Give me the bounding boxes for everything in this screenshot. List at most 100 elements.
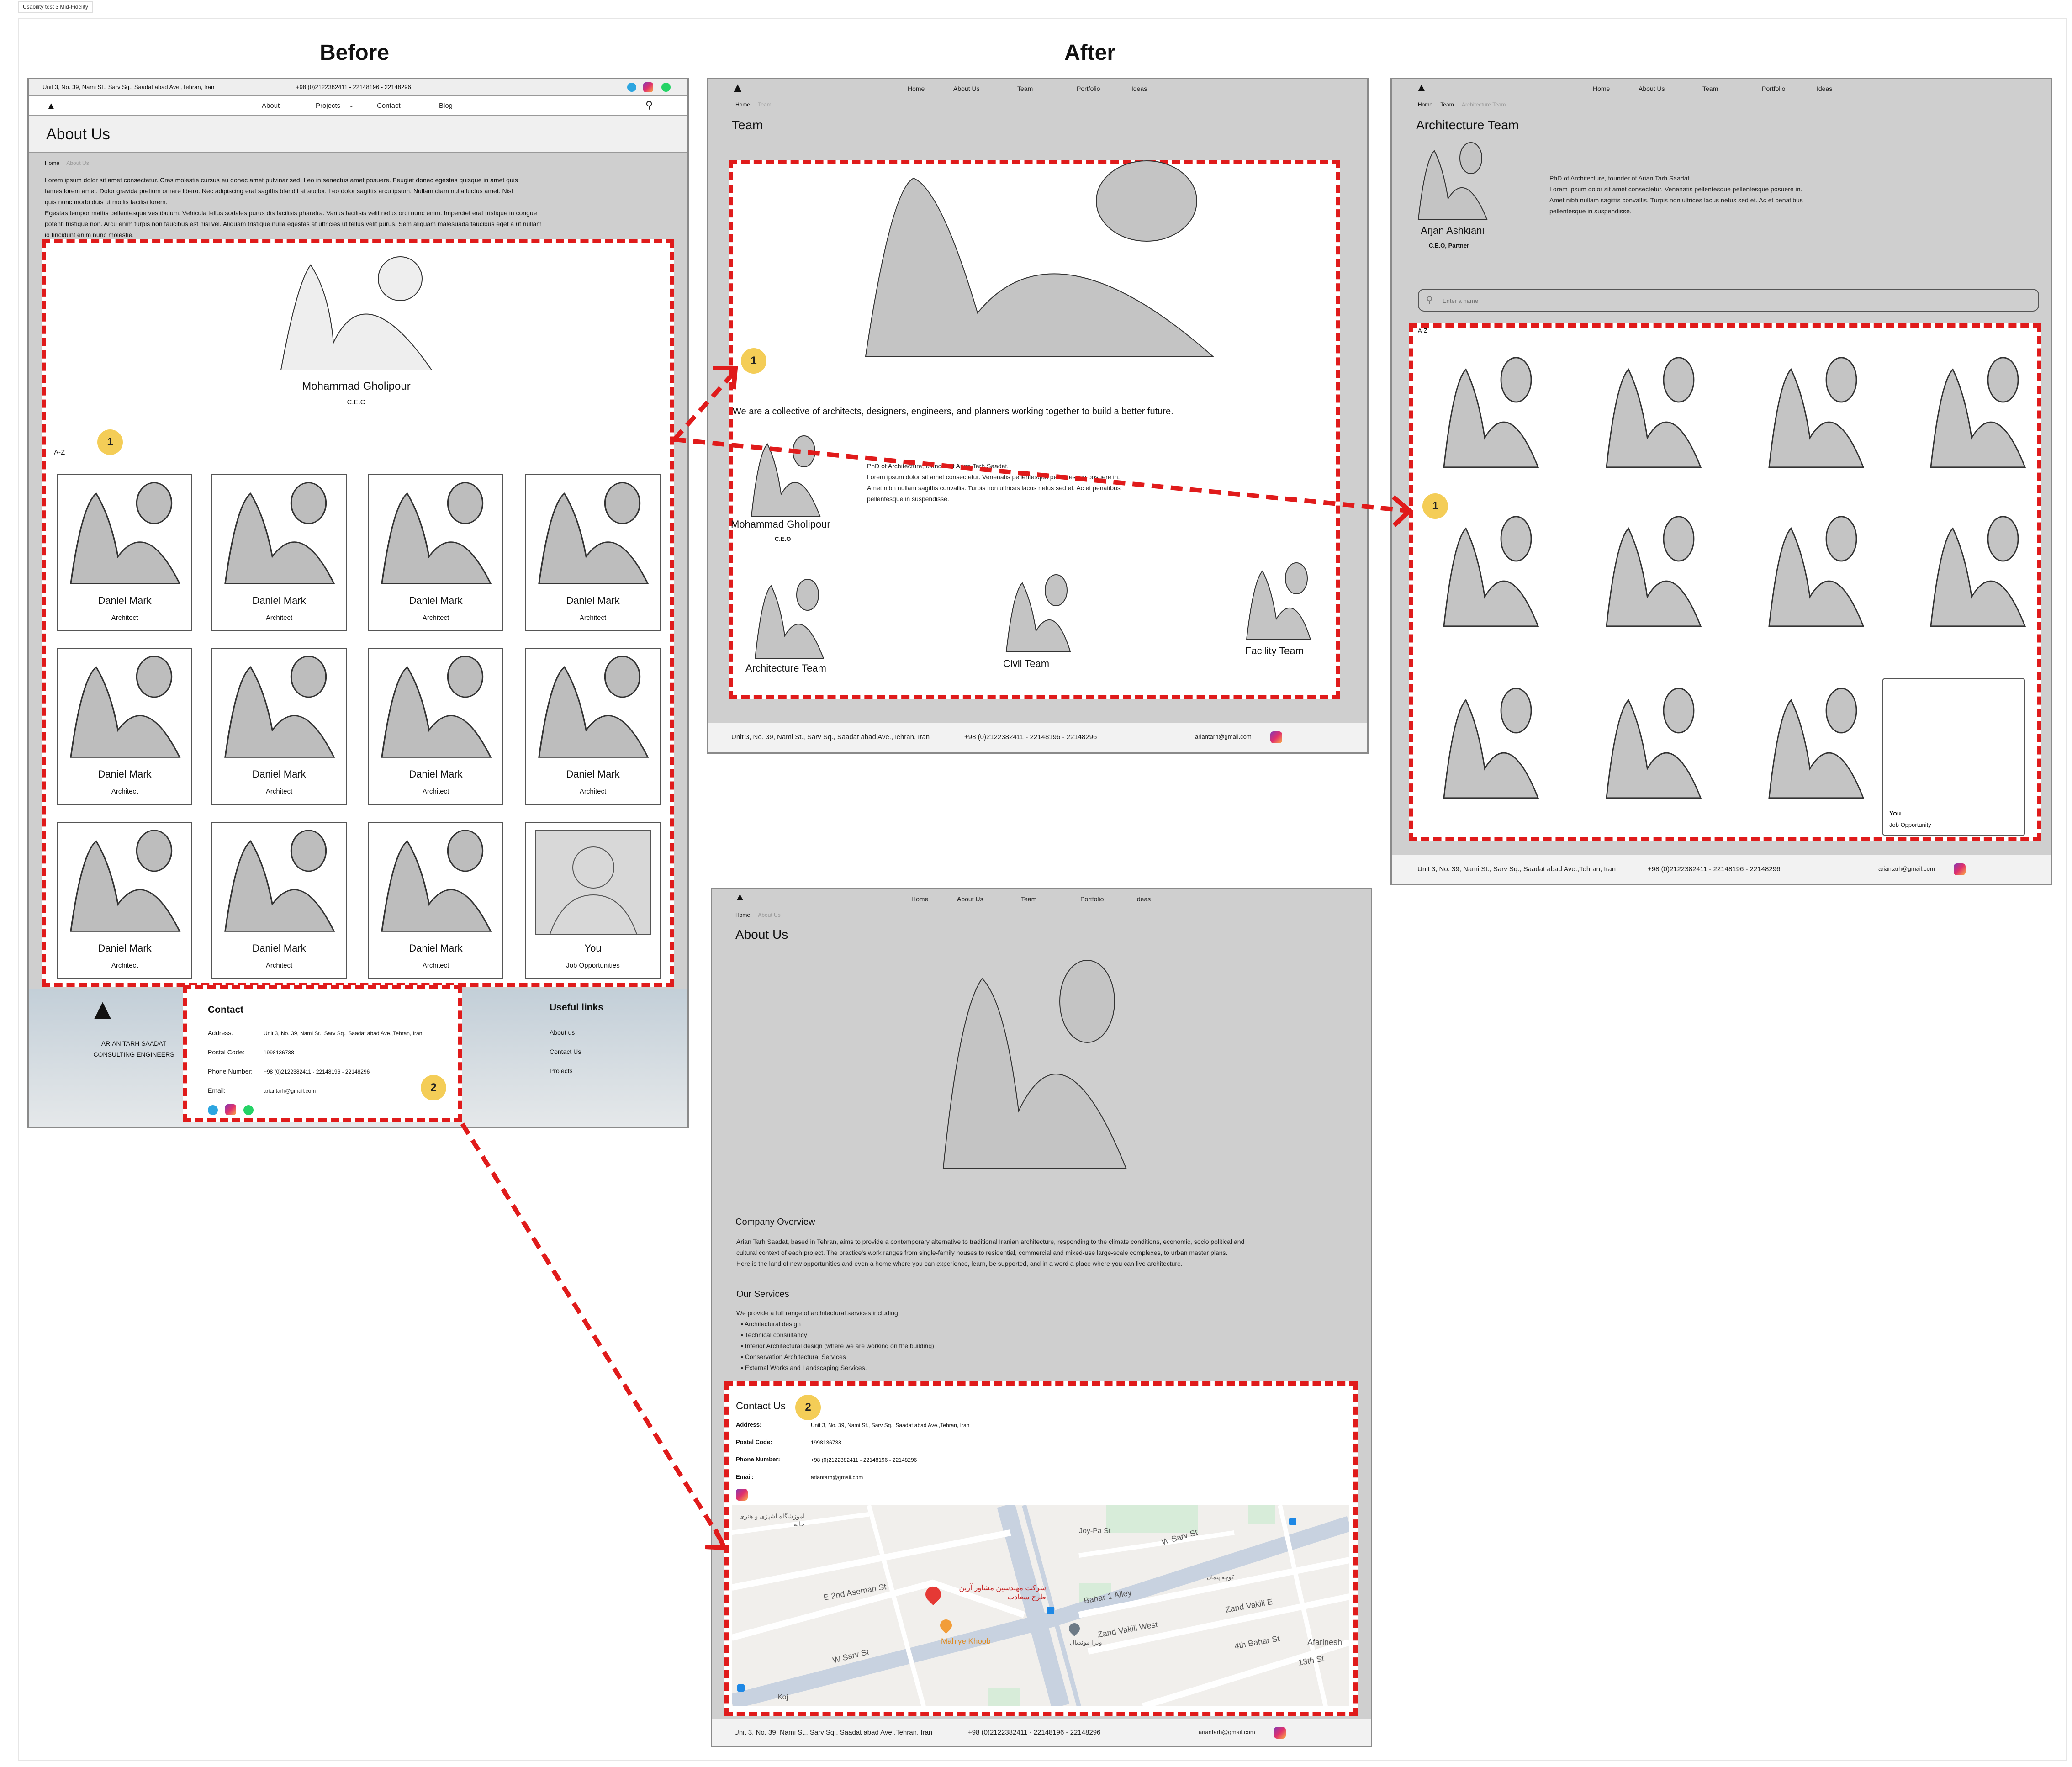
- page-title: About Us: [735, 927, 788, 942]
- civil-team-label[interactable]: Civil Team: [1003, 658, 1049, 670]
- nav-blog[interactable]: Blog: [439, 102, 453, 110]
- phone-label: Phone Number:: [208, 1068, 253, 1075]
- team-member-card[interactable]: Daniel Mark Architect: [525, 474, 661, 631]
- postal-label: Postal Code:: [208, 1048, 245, 1056]
- nav-about[interactable]: About: [262, 102, 280, 110]
- breadcrumb-home[interactable]: Home: [735, 101, 750, 108]
- team-member-card[interactable]: Daniel Mark Architect: [211, 648, 347, 805]
- breadcrumb-home[interactable]: Home: [1418, 101, 1432, 108]
- logo-icon[interactable]: ▲: [731, 80, 745, 96]
- member-role: Architect: [111, 788, 138, 795]
- nav-team[interactable]: Team: [1021, 895, 1036, 903]
- nav-about-us[interactable]: About Us: [1639, 85, 1665, 92]
- you-card[interactable]: You Job Opportunity: [1882, 678, 2025, 836]
- instagram-icon[interactable]: [1270, 731, 1282, 743]
- you-card[interactable]: You Job Opportunities: [525, 822, 661, 979]
- footer-email[interactable]: ariantarh@gmail.com: [1195, 733, 1252, 740]
- map-poi-school: اموزشگاه آشپزی و هنری خانه: [739, 1513, 805, 1528]
- team-member-card[interactable]: Daniel Mark Architect: [368, 822, 503, 979]
- search-input[interactable]: [1442, 294, 2028, 307]
- member-photo-placeholder[interactable]: [1928, 356, 2028, 471]
- member-photo-placeholder[interactable]: [1766, 356, 1866, 471]
- instagram-icon[interactable]: [1274, 1727, 1286, 1739]
- nav-ideas[interactable]: Ideas: [1135, 895, 1151, 903]
- member-photo-placeholder[interactable]: [1928, 515, 2028, 630]
- instagram-icon[interactable]: [736, 1489, 748, 1501]
- member-photo-placeholder[interactable]: [1603, 356, 1704, 471]
- email-value[interactable]: ariantarh@gmail.com: [264, 1088, 316, 1094]
- member-photo-placeholder[interactable]: [1441, 356, 1541, 471]
- map-poi-company: شرکت مهندسین مشاور آرین طرح سعادت: [959, 1584, 1046, 1601]
- footer-email[interactable]: ariantarh@gmail.com: [1878, 865, 1935, 872]
- breadcrumb-current: Architecture Team: [1462, 101, 1506, 108]
- nav-home[interactable]: Home: [911, 895, 928, 903]
- nav-contact[interactable]: Contact: [377, 102, 401, 110]
- bus-stop-icon[interactable]: [737, 1684, 745, 1692]
- team-member-card[interactable]: Daniel Mark Architect: [368, 648, 503, 805]
- member-photo-placeholder[interactable]: [1441, 515, 1541, 630]
- team-member-card[interactable]: Daniel Mark Architect: [368, 474, 503, 631]
- architecture-team-image[interactable]: [753, 577, 826, 661]
- location-map[interactable]: Joy-Pa St W Sarv St E 2nd Aseman St Baha…: [732, 1505, 1349, 1706]
- facility-team-label[interactable]: Facility Team: [1245, 645, 1304, 657]
- whatsapp-icon[interactable]: [661, 83, 671, 92]
- nav-about-us[interactable]: About Us: [957, 895, 983, 903]
- member-photo-placeholder[interactable]: [1603, 687, 1704, 801]
- member-photo-placeholder[interactable]: [1441, 687, 1541, 801]
- logo-icon[interactable]: ▲: [1416, 81, 1427, 94]
- team-member-card[interactable]: Daniel Mark Architect: [57, 474, 192, 631]
- breadcrumb: Home Team Architecture Team: [1418, 101, 1506, 108]
- civil-team-image[interactable]: [1004, 574, 1073, 654]
- bio-line: pellentesque in suspendisse.: [1549, 207, 1632, 215]
- breadcrumb-team[interactable]: Team: [1440, 101, 1454, 108]
- instagram-icon[interactable]: [1954, 863, 1966, 875]
- sort-label[interactable]: A-Z: [1418, 327, 1427, 334]
- nav-team[interactable]: Team: [1702, 85, 1718, 92]
- nav-portfolio[interactable]: Portfolio: [1762, 85, 1785, 92]
- telegram-icon[interactable]: [627, 83, 636, 92]
- whatsapp-icon[interactable]: [243, 1105, 254, 1115]
- breadcrumb-home[interactable]: Home: [735, 912, 750, 918]
- email-value[interactable]: ariantarh@gmail.com: [811, 1474, 863, 1481]
- nav-about-us[interactable]: About Us: [953, 85, 980, 92]
- nav-team[interactable]: Team: [1017, 85, 1033, 92]
- nav-projects[interactable]: Projects: [316, 102, 340, 110]
- team-member-card[interactable]: Daniel Mark Architect: [57, 648, 192, 805]
- member-photo-placeholder[interactable]: [1766, 687, 1866, 801]
- team-member-card[interactable]: Daniel Mark Architect: [57, 822, 192, 979]
- search-field[interactable]: ⚲: [1418, 289, 2039, 312]
- architecture-team-label[interactable]: Architecture Team: [745, 662, 826, 674]
- services-list: • Architectural design • Technical consu…: [741, 1318, 934, 1373]
- footer-email[interactable]: ariantarh@gmail.com: [1199, 1729, 1255, 1735]
- nav-ideas[interactable]: Ideas: [1817, 85, 1832, 92]
- nav-portfolio[interactable]: Portfolio: [1077, 85, 1100, 92]
- instagram-icon[interactable]: [643, 82, 653, 92]
- breadcrumb-home[interactable]: Home: [45, 160, 59, 166]
- sort-label[interactable]: A-Z: [54, 449, 65, 456]
- bus-stop-icon[interactable]: [1047, 1607, 1054, 1614]
- bus-stop-icon[interactable]: [1289, 1518, 1296, 1525]
- useful-link[interactable]: About us: [550, 1029, 575, 1036]
- logo-icon[interactable]: ▲: [46, 100, 56, 112]
- useful-link[interactable]: Projects: [550, 1067, 573, 1074]
- address-label: Address:: [208, 1029, 233, 1037]
- facility-team-image[interactable]: [1244, 562, 1313, 642]
- instagram-icon[interactable]: [225, 1104, 236, 1115]
- nav-portfolio[interactable]: Portfolio: [1080, 895, 1104, 903]
- topbar-phone: +98 (0)2122382411 - 22148196 - 22148296: [296, 84, 411, 90]
- useful-link[interactable]: Contact Us: [550, 1048, 581, 1055]
- chevron-down-icon[interactable]: ⌄: [349, 101, 354, 109]
- nav-home[interactable]: Home: [1593, 85, 1610, 92]
- member-photo-placeholder[interactable]: [1766, 515, 1866, 630]
- telegram-icon[interactable]: [208, 1105, 218, 1115]
- member-photo-placeholder[interactable]: [1603, 515, 1704, 630]
- email-label: Email:: [208, 1087, 226, 1094]
- nav-ideas[interactable]: Ideas: [1131, 85, 1147, 92]
- nav-home[interactable]: Home: [908, 85, 925, 92]
- logo-icon[interactable]: ▲: [735, 891, 745, 904]
- team-member-card[interactable]: Daniel Mark Architect: [525, 648, 661, 805]
- team-member-card[interactable]: Daniel Mark Architect: [211, 822, 347, 979]
- search-icon[interactable]: ⚲: [645, 99, 653, 111]
- intro-line: fames lorem amet. Dolor gravida pretium …: [45, 187, 513, 195]
- team-member-card[interactable]: Daniel Mark Architect: [211, 474, 347, 631]
